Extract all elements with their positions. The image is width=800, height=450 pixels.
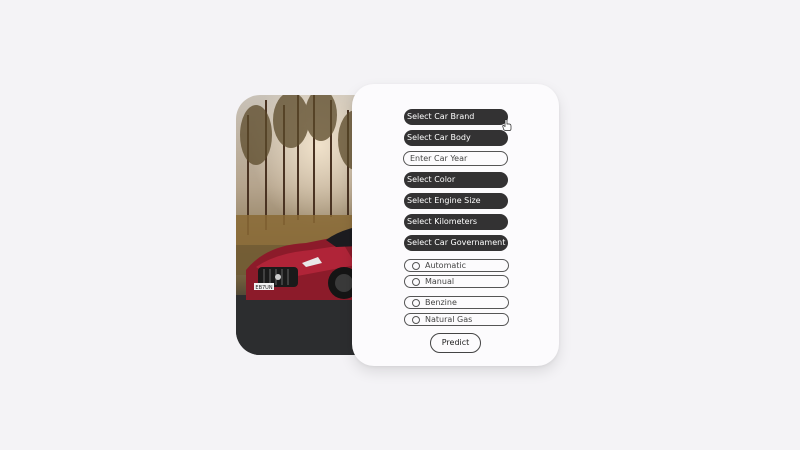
hand-cursor-icon	[502, 119, 512, 131]
radio-label: Manual	[425, 277, 455, 286]
svg-text:EB7UN: EB7UN	[255, 285, 272, 291]
engine-size-select[interactable]: Select Engine Size	[404, 193, 508, 209]
predict-button[interactable]: Predict	[430, 333, 481, 353]
car-year-input[interactable]: Enter Car Year	[403, 151, 508, 166]
color-select[interactable]: Select Color	[404, 172, 508, 188]
car-body-select[interactable]: Select Car Body	[404, 130, 508, 146]
radio-label: Natural Gas	[425, 315, 473, 324]
fuel-benzine-radio[interactable]: Benzine	[404, 296, 509, 309]
radio-circle-icon	[412, 316, 420, 324]
radio-circle-icon	[412, 278, 420, 286]
fuel-natural-gas-radio[interactable]: Natural Gas	[404, 313, 509, 326]
car-brand-select[interactable]: Select Car Brand	[404, 109, 508, 125]
car-government-select[interactable]: Select Car Governament	[404, 235, 508, 251]
radio-circle-icon	[412, 299, 420, 307]
prediction-form: Select Car Brand Select Car Body Enter C…	[352, 84, 559, 366]
radio-label: Benzine	[425, 298, 457, 307]
radio-circle-icon	[412, 262, 420, 270]
kilometers-select[interactable]: Select Kilometers	[404, 214, 508, 230]
transmission-automatic-radio[interactable]: Automatic	[404, 259, 509, 272]
radio-label: Automatic	[425, 261, 467, 270]
transmission-manual-radio[interactable]: Manual	[404, 275, 509, 288]
